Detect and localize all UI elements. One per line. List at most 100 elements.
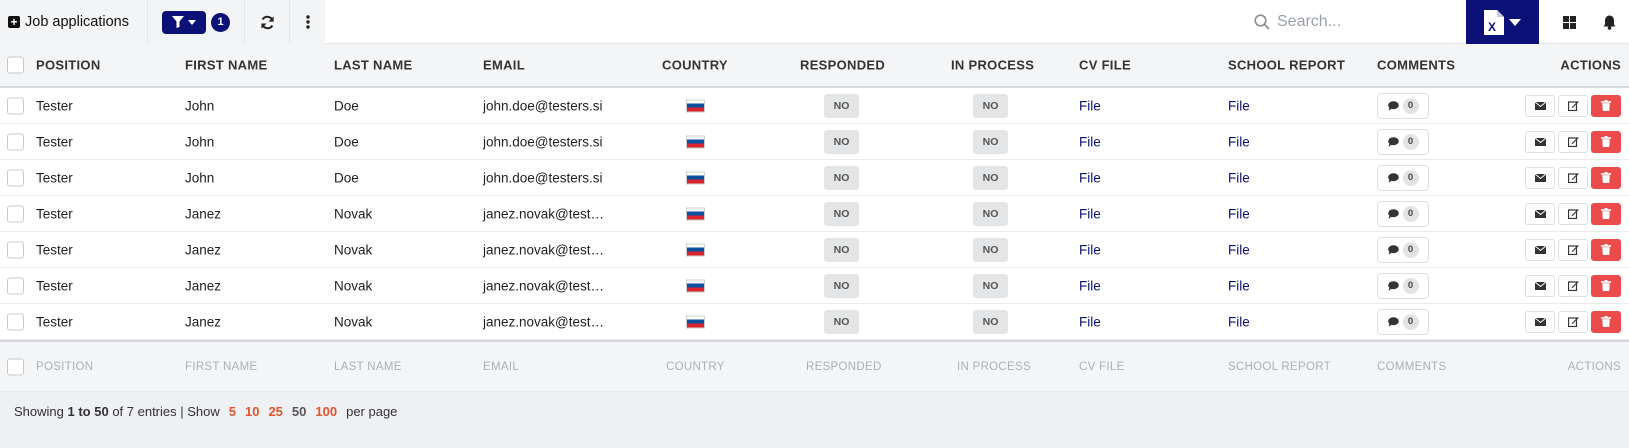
school-report-link[interactable]: File [1228, 206, 1250, 221]
school-report-link[interactable]: File [1228, 278, 1250, 293]
column-header-email[interactable]: EMAIL [483, 58, 525, 73]
in-process-toggle[interactable]: NO [973, 237, 1008, 262]
row-checkbox[interactable] [7, 205, 24, 222]
in-process-toggle[interactable]: NO [973, 273, 1008, 298]
delete-button[interactable] [1591, 94, 1621, 117]
edit-button[interactable] [1558, 238, 1588, 261]
responded-toggle[interactable]: NO [824, 309, 859, 334]
envelope-icon [1534, 317, 1546, 326]
row-checkbox[interactable] [7, 277, 24, 294]
responded-toggle[interactable]: NO [824, 93, 859, 118]
email-button[interactable] [1525, 238, 1555, 261]
comments-button[interactable]: 0 [1377, 128, 1429, 155]
in-process-toggle[interactable]: NO [973, 93, 1008, 118]
delete-button[interactable] [1591, 238, 1621, 261]
comments-button[interactable]: 0 [1377, 308, 1429, 335]
comments-button[interactable]: 0 [1377, 236, 1429, 263]
edit-button[interactable] [1558, 130, 1588, 153]
page-size-25[interactable]: 25 [268, 404, 282, 419]
email-button[interactable] [1525, 166, 1555, 189]
delete-button[interactable] [1591, 202, 1621, 225]
column-header-in-process[interactable]: IN PROCESS [951, 58, 1034, 73]
responded-toggle[interactable]: NO [824, 273, 859, 298]
edit-button[interactable] [1558, 94, 1588, 117]
cv-file-link[interactable]: File [1079, 314, 1101, 329]
column-header-school-report[interactable]: SCHOOL REPORT [1228, 58, 1345, 73]
cv-file-link[interactable]: File [1079, 242, 1101, 257]
page-size-5[interactable]: 5 [229, 404, 236, 419]
school-report-link[interactable]: File [1228, 314, 1250, 329]
in-process-toggle[interactable]: NO [973, 165, 1008, 190]
responded-toggle[interactable]: NO [824, 237, 859, 262]
cv-file-link[interactable]: File [1079, 206, 1101, 221]
row-checkbox[interactable] [7, 169, 24, 186]
more-options-button[interactable] [290, 0, 325, 44]
edit-button[interactable] [1558, 310, 1588, 333]
page-size-50[interactable]: 50 [292, 404, 306, 419]
add-job-application-button[interactable]: + Job applications [0, 0, 148, 44]
select-all-checkbox-footer[interactable] [7, 358, 24, 375]
caret-down-icon [188, 19, 196, 25]
cv-file-link[interactable]: File [1079, 278, 1101, 293]
delete-button[interactable] [1591, 130, 1621, 153]
grid-view-button[interactable] [1549, 0, 1589, 44]
page-size-10[interactable]: 10 [245, 404, 259, 419]
delete-button[interactable] [1591, 166, 1621, 189]
comments-button[interactable]: 0 [1377, 200, 1429, 227]
cell-email: janez.novak@test… [483, 242, 605, 257]
responded-toggle[interactable]: NO [824, 201, 859, 226]
column-header-cv-file[interactable]: CV FILE [1079, 58, 1131, 73]
comments-button[interactable]: 0 [1377, 272, 1429, 299]
comments-button[interactable]: 0 [1377, 92, 1429, 119]
responded-toggle[interactable]: NO [824, 129, 859, 154]
trash-icon [1601, 280, 1611, 291]
email-button[interactable] [1525, 94, 1555, 117]
column-header-responded[interactable]: RESPONDED [800, 58, 885, 73]
email-button[interactable] [1525, 274, 1555, 297]
row-actions [1525, 94, 1621, 117]
column-header-first-name[interactable]: FIRST NAME [185, 58, 267, 73]
export-excel-button[interactable]: X [1466, 0, 1539, 44]
cv-file-link[interactable]: File [1079, 134, 1101, 149]
delete-button[interactable] [1591, 310, 1621, 333]
row-checkbox[interactable] [7, 97, 24, 114]
column-header-comments[interactable]: COMMENTS [1377, 58, 1455, 73]
svg-text:X: X [1488, 20, 1496, 34]
email-button[interactable] [1525, 310, 1555, 333]
page-size-100[interactable]: 100 [315, 404, 337, 419]
in-process-toggle[interactable]: NO [973, 309, 1008, 334]
showing-prefix: Showing [14, 404, 64, 419]
cell-email: john.doe@testers.si [483, 134, 603, 149]
row-checkbox[interactable] [7, 133, 24, 150]
notifications-button[interactable] [1590, 0, 1629, 44]
edit-button[interactable] [1558, 202, 1588, 225]
school-report-link[interactable]: File [1228, 98, 1250, 113]
edit-icon [1567, 281, 1579, 291]
responded-toggle[interactable]: NO [824, 165, 859, 190]
cv-file-link[interactable]: File [1079, 170, 1101, 185]
comments-button[interactable]: 0 [1377, 164, 1429, 191]
edit-button[interactable] [1558, 166, 1588, 189]
column-header-country[interactable]: COUNTRY [662, 58, 728, 73]
column-header-last-name[interactable]: LAST NAME [334, 58, 413, 73]
refresh-button[interactable] [245, 0, 290, 44]
row-checkbox[interactable] [7, 313, 24, 330]
cv-file-link[interactable]: File [1079, 98, 1101, 113]
column-header-position[interactable]: POSITION [36, 58, 101, 73]
envelope-icon [1534, 245, 1546, 254]
filter-button[interactable] [162, 10, 206, 34]
delete-button[interactable] [1591, 274, 1621, 297]
in-process-toggle[interactable]: NO [973, 129, 1008, 154]
row-checkbox[interactable] [7, 241, 24, 258]
in-process-toggle[interactable]: NO [973, 201, 1008, 226]
email-button[interactable] [1525, 202, 1555, 225]
school-report-link[interactable]: File [1228, 242, 1250, 257]
select-all-checkbox[interactable] [7, 56, 24, 74]
edit-button[interactable] [1558, 274, 1588, 297]
email-button[interactable] [1525, 130, 1555, 153]
search-input[interactable] [1277, 13, 1437, 31]
school-report-link[interactable]: File [1228, 134, 1250, 149]
school-report-link[interactable]: File [1228, 170, 1250, 185]
footer-header-last-name: LAST NAME [334, 360, 402, 373]
row-actions [1525, 310, 1621, 333]
